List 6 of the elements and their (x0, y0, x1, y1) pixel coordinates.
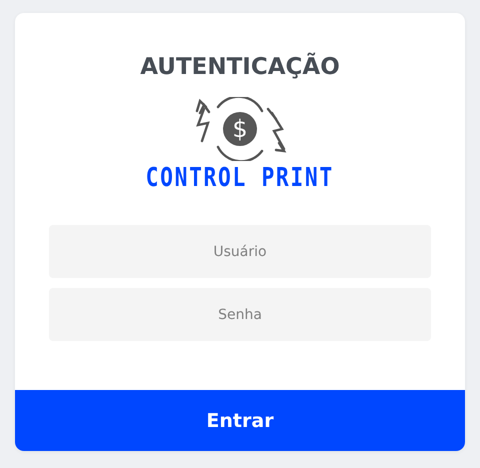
input-field[interactable]: Senha (49, 288, 431, 341)
page-title: AUTENTICAÇÃO (140, 53, 340, 81)
dollar-coin-icon: $ (223, 112, 257, 146)
input-field[interactable]: Usuário (49, 225, 431, 278)
brand-name: CONTROL PRINT (146, 163, 334, 193)
login-button[interactable]: Entrar (15, 390, 465, 451)
